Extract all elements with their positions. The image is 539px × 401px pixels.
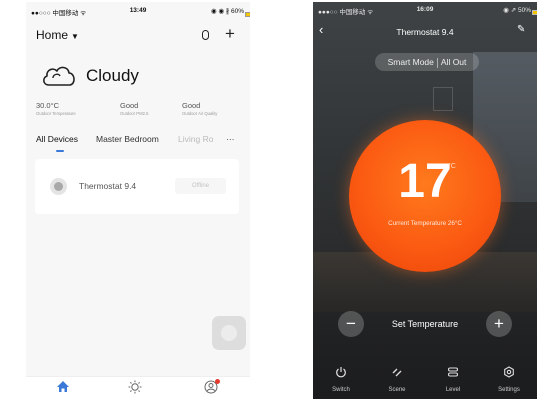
active-tab-indicator [56,150,64,152]
scene-icon [372,366,422,382]
nav-settings[interactable]: Settings [484,366,534,393]
mic-icon[interactable] [202,30,209,40]
background-picture-frame [433,87,453,111]
room-tabs: All Devices Master Bedroom Living Ro ··· [26,134,250,150]
nav-scene[interactable]: Scene [372,366,422,393]
stat-value: 30.0°C [36,101,60,110]
mode-value: All Out [440,57,467,67]
nav-switch[interactable]: Switch [316,366,366,393]
device-card[interactable]: Thermostat 9.4 Offline [35,159,239,214]
temperature-dial: 17 °C Current Temperature 26°C [349,120,501,272]
status-indicator-text: ◉ ◉ ∦ 60% [210,8,244,15]
notification-dot [215,379,220,384]
device-name: Thermostat 9.4 [79,181,137,191]
home-icon[interactable] [56,380,70,396]
thermostat-screen: ●●●○○ 中国移动 ᯤ 16:09 ◉ ⇗ 50% ‹ Thermostat … [313,2,537,399]
thermostat-icon [50,178,67,195]
stat-pm25: Good Outdoor PM2.5 [120,101,148,116]
status-indicators: ◉ ◉ ∦ 60% [210,7,250,17]
bottom-nav [26,376,250,399]
mode-pill[interactable]: Smart Mode All Out [375,53,479,71]
device-status-badge: Offline [175,178,226,194]
status-bar: ●●○○○ 中国移动 ᯤ 13:49 ◉ ◉ ∦ 60% [26,2,250,20]
tab-all-devices[interactable]: All Devices [36,134,78,144]
set-temperature-value: 17 [398,155,452,208]
bottom-nav: Switch Scene Level Settings [313,362,537,399]
power-icon [316,366,366,382]
stat-value: Good [120,101,139,110]
stat-label: Outdoor PM2.5 [120,111,149,116]
level-icon [428,366,478,382]
status-bar: ●●●○○ 中国移动 ᯤ 16:09 ◉ ⇗ 50% [313,2,537,16]
nav-label: Scene [388,387,406,393]
stat-label: Outdoor Temperature [36,111,76,116]
more-tabs-button[interactable]: ··· [226,134,235,144]
status-indicators: ◉ ⇗ 50% [503,6,537,15]
tab-living-room[interactable]: Living Ro [178,134,213,144]
settings-icon [484,366,534,382]
screenshot-root: ●●○○○ 中国移动 ᯤ 13:49 ◉ ◉ ∦ 60% Home ▼ + Clo… [0,0,539,401]
nav-label: Settings [498,387,520,393]
cloud-icon [43,66,75,86]
temperature-unit: °C [448,163,456,170]
plus-icon[interactable]: + [225,24,235,44]
scene-icon[interactable] [128,380,142,397]
stat-value: Good [182,101,201,110]
battery-icon [532,10,537,15]
home-title: Home [36,28,69,42]
nav-level[interactable]: Level [428,366,478,393]
chevron-down-icon: ▼ [71,32,79,41]
stat-air-quality: Good Outdoor Air Quality [182,101,217,116]
battery-icon [245,12,250,17]
current-temperature: Current Temperature 26°C [388,220,462,227]
mode-label: Smart Mode [387,57,434,67]
page-title: Thermostat 9.4 [396,27,454,37]
increase-temperature-button[interactable]: + [486,311,512,337]
nav-label: Switch [332,387,350,393]
nav-label: Level [445,387,461,393]
home-screen: ●●○○○ 中国移动 ᯤ 13:49 ◉ ◉ ∦ 60% Home ▼ + Clo… [26,2,250,399]
stat-temperature: 30.0°C Outdoor Temperature [36,101,76,116]
floating-assist-button[interactable] [212,316,246,350]
edit-icon[interactable]: ✎ [517,24,525,35]
weather-condition: Cloudy [86,66,139,85]
status-indicator-text: ◉ ⇗ 50% [503,7,531,14]
stat-label: Outdoor Air Quality [182,111,218,116]
tab-master-bedroom[interactable]: Master Bedroom [96,134,159,144]
home-selector[interactable]: Home ▼ [36,28,79,42]
